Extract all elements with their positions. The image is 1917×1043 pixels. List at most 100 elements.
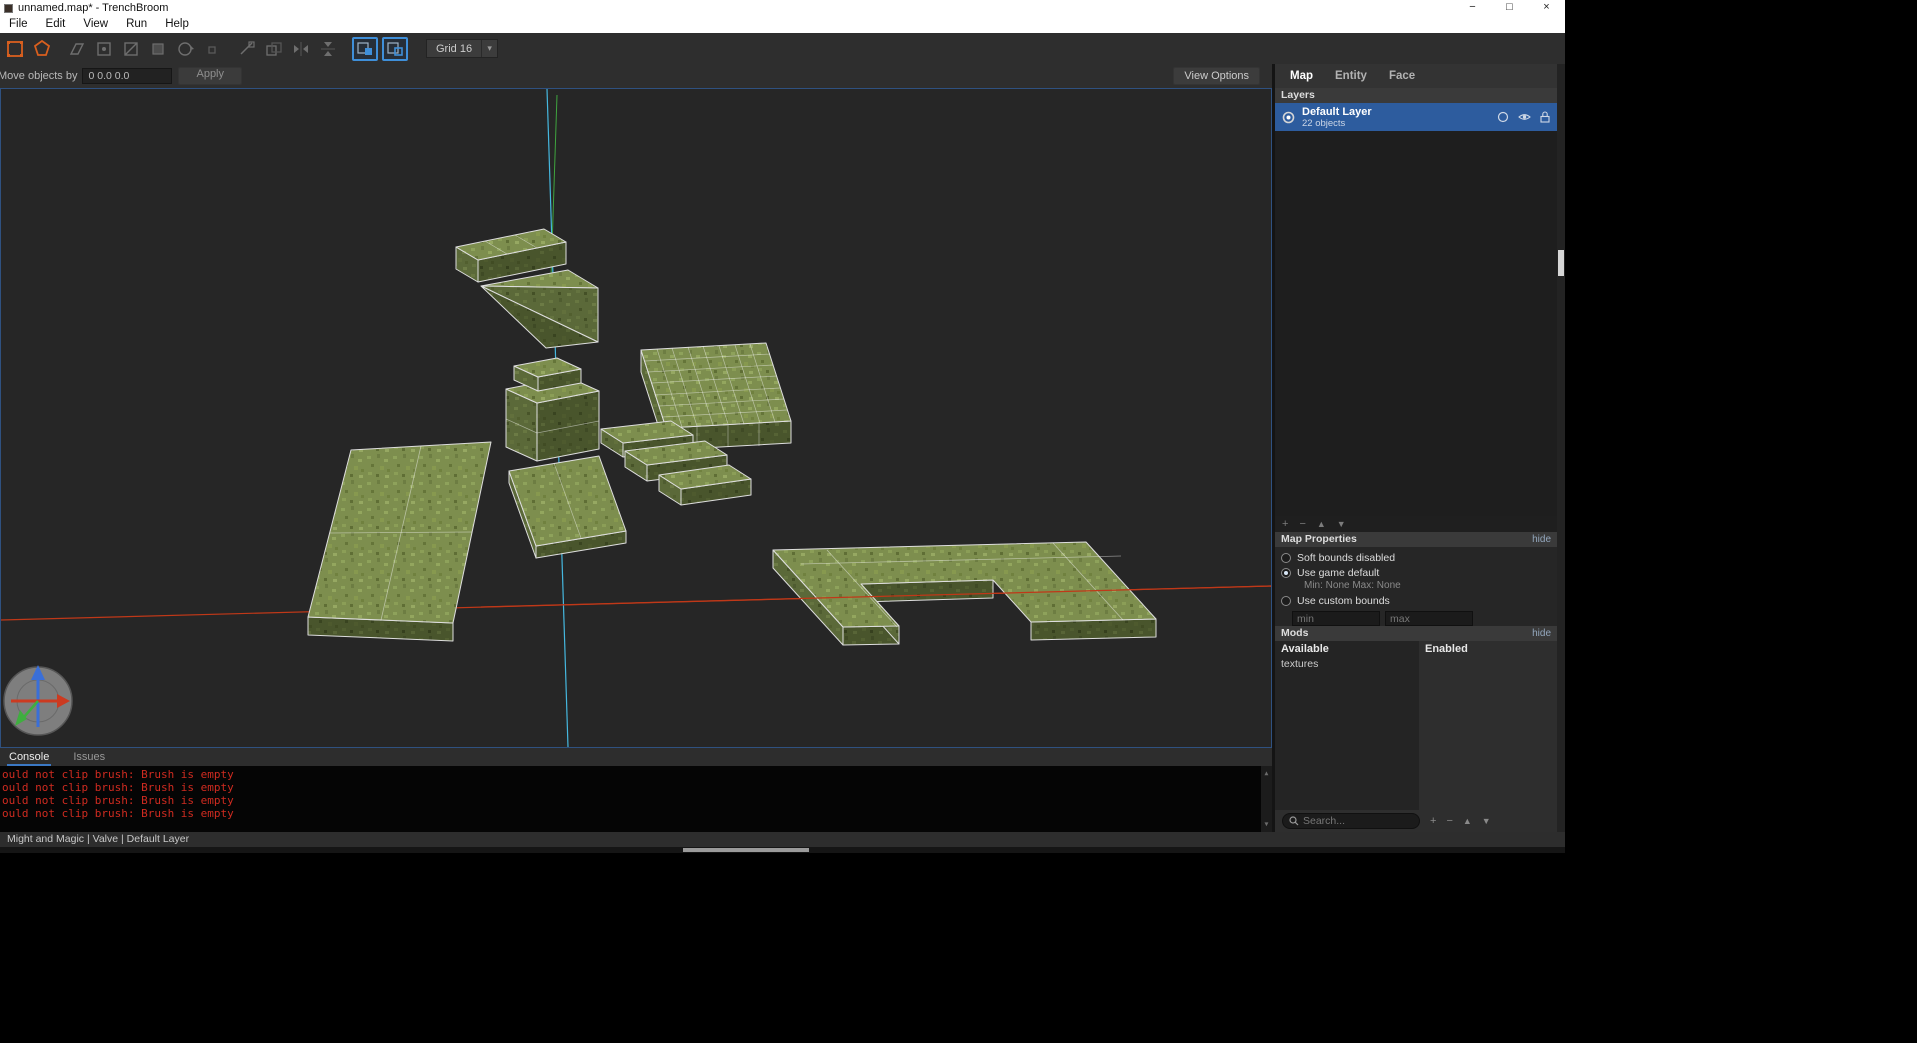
menu-file[interactable]: File — [0, 16, 37, 33]
layer-omit-icon[interactable] — [1497, 111, 1509, 123]
vertex-tool-icon[interactable] — [93, 38, 115, 60]
rotate-tool-icon[interactable] — [174, 38, 196, 60]
flip-horizontal-icon[interactable] — [290, 38, 312, 60]
mods-available-column: Available textures — [1275, 641, 1419, 810]
add-layer-button[interactable]: + — [1282, 518, 1288, 530]
brush-tower[interactable] — [505, 357, 600, 462]
mods-item-textures[interactable]: textures — [1281, 658, 1413, 670]
scale-tool-icon[interactable] — [201, 38, 223, 60]
flip-vertical-icon[interactable] — [317, 38, 339, 60]
grid-size-dropdown[interactable]: Grid 16 ▾ — [426, 39, 499, 58]
brush-right-platform[interactable] — [772, 541, 1157, 646]
face-tool-icon[interactable] — [147, 38, 169, 60]
available-column-header: Available — [1281, 643, 1329, 655]
edge-tool-icon[interactable] — [120, 38, 142, 60]
brush-wedge[interactable] — [480, 269, 599, 349]
move-mod-up-button[interactable]: ▲ — [1463, 816, 1472, 826]
enabled-column-header: Enabled — [1425, 643, 1468, 655]
search-box[interactable] — [1282, 813, 1420, 829]
use-game-default-option[interactable]: Use game default — [1281, 565, 1551, 580]
tab-face[interactable]: Face — [1389, 70, 1415, 82]
tab-console[interactable]: Console — [7, 751, 52, 766]
panel-scrollbar[interactable] — [1557, 64, 1565, 832]
layer-active-icon[interactable] — [1282, 111, 1295, 124]
grid-size-label: Grid 16 — [436, 42, 473, 55]
bottom-strip — [0, 847, 1565, 853]
axis-lines — [1, 89, 1271, 747]
view-options-button[interactable]: View Options — [1173, 67, 1260, 85]
shear-tool-icon[interactable] — [236, 38, 258, 60]
scroll-down-icon[interactable]: ▼ — [1265, 818, 1269, 831]
menu-edit[interactable]: Edit — [37, 16, 75, 33]
add-mod-button[interactable]: + — [1430, 815, 1436, 827]
menu-view[interactable]: View — [74, 16, 117, 33]
layer-name: Default Layer — [1302, 105, 1372, 118]
window-title: unnamed.map* - TrenchBroom — [18, 2, 169, 14]
mods-hide-link[interactable]: hide — [1532, 626, 1551, 641]
console-log: ould not clip brush: Brush is empty ould… — [0, 766, 1272, 832]
chevron-down-icon[interactable]: ▾ — [481, 40, 497, 57]
layer-object-count: 22 objects — [1302, 117, 1346, 129]
viewport-3d-scene[interactable] — [1, 89, 1271, 747]
bounds-max-input[interactable] — [1385, 611, 1473, 626]
remove-layer-button[interactable]: − — [1299, 518, 1305, 530]
inspector-panel: Map Entity Face Layers Default Layer 22 … — [1275, 64, 1557, 832]
map-properties-body: Soft bounds disabled Use game default Mi… — [1275, 547, 1557, 626]
menu-run[interactable]: Run — [117, 16, 156, 33]
tab-entity[interactable]: Entity — [1335, 70, 1367, 82]
app-icon — [4, 3, 13, 13]
use-custom-bounds-option[interactable]: Use custom bounds — [1281, 593, 1551, 608]
brush-left-platform[interactable] — [307, 441, 492, 642]
map-properties-hide-link[interactable]: hide — [1532, 532, 1551, 547]
console-scrollbar[interactable]: ▲ ▼ — [1261, 766, 1272, 832]
move-objects-input[interactable] — [82, 68, 173, 84]
move-objects-label: Move objects by — [0, 70, 78, 82]
duplicate-icon[interactable] — [263, 38, 285, 60]
layers-list-empty-area — [1275, 131, 1557, 516]
grass-brushes[interactable] — [307, 228, 1157, 646]
brush-mid-platform[interactable] — [508, 455, 627, 559]
remove-mod-button[interactable]: − — [1446, 815, 1452, 827]
toolbar: Grid 16 ▾ — [0, 33, 1565, 64]
radio-icon[interactable] — [1281, 595, 1291, 606]
clip-tool-icon[interactable] — [66, 38, 88, 60]
selection-tool-icon[interactable] — [4, 38, 26, 60]
move-layer-down-button[interactable]: ▼ — [1337, 519, 1346, 529]
soft-bounds-disabled-option[interactable]: Soft bounds disabled — [1281, 550, 1551, 565]
console-panel: Console Issues ould not clip brush: Brus… — [0, 748, 1272, 832]
statusbar: Might and Magic | Valve | Default Layer — [0, 832, 1565, 847]
close-button[interactable]: × — [1528, 0, 1565, 16]
search-icon — [1289, 816, 1299, 826]
mods-enabled-column: Enabled — [1419, 641, 1557, 810]
maximize-button[interactable]: □ — [1491, 0, 1528, 16]
create-brush-tool-icon[interactable] — [31, 38, 53, 60]
lock-icon[interactable] — [1540, 111, 1550, 123]
bounds-min-input[interactable] — [1292, 611, 1380, 626]
orientation-gizmo[interactable] — [3, 665, 73, 736]
radio-icon-selected[interactable] — [1281, 567, 1291, 578]
scrollbar-thumb[interactable] — [1558, 250, 1564, 276]
scroll-up-icon[interactable]: ▲ — [1265, 767, 1269, 780]
status-text: Might and Magic | Valve | Default Layer — [7, 833, 190, 845]
texture-lock-icon[interactable] — [352, 36, 378, 61]
apply-button[interactable]: Apply — [178, 67, 243, 85]
layer-row-default[interactable]: Default Layer 22 objects — [1275, 103, 1557, 131]
eye-icon[interactable] — [1518, 112, 1531, 122]
mods-body: Available textures Enabled — [1275, 641, 1557, 810]
radio-icon[interactable] — [1281, 552, 1291, 563]
tab-issues[interactable]: Issues — [71, 751, 107, 766]
menu-help[interactable]: Help — [156, 16, 198, 33]
titlebar: unnamed.map* - TrenchBroom − □ × — [0, 0, 1565, 16]
mods-header: Mods hide — [1275, 626, 1557, 641]
layers-header: Layers — [1275, 88, 1557, 103]
search-input[interactable] — [1303, 815, 1403, 827]
minimize-button[interactable]: − — [1454, 0, 1491, 16]
move-mod-down-button[interactable]: ▼ — [1482, 816, 1491, 826]
console-line: ould not clip brush: Brush is empty — [2, 807, 234, 820]
uv-lock-icon[interactable] — [382, 36, 408, 61]
tab-map[interactable]: Map — [1290, 70, 1313, 82]
3d-viewport[interactable] — [0, 88, 1272, 748]
game-bounds-detail: Min: None Max: None — [1304, 580, 1401, 591]
move-layer-up-button[interactable]: ▲ — [1317, 519, 1326, 529]
move-objects-row: Move objects by Apply View Options — [0, 64, 1272, 88]
